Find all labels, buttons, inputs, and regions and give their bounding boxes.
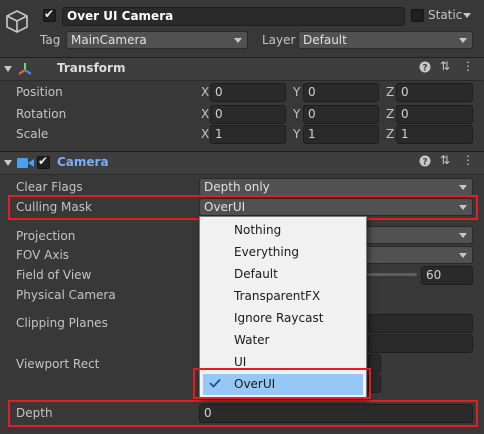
field-of-view-field[interactable]: 60: [421, 266, 473, 285]
camera-title: Camera: [57, 155, 109, 169]
rotation-label: Rotation: [16, 107, 67, 121]
fov-axis-label: FOV Axis: [16, 248, 70, 262]
projection-label: Projection: [16, 229, 76, 243]
kebab-menu-icon[interactable]: ⋮: [462, 59, 474, 73]
position-label: Position: [16, 85, 63, 99]
kebab-menu-icon[interactable]: ⋮: [462, 153, 474, 167]
svg-text:?: ?: [422, 158, 427, 168]
rotation-z-field[interactable]: 0: [396, 105, 473, 124]
layer-value: Default: [303, 33, 347, 47]
popup-item-nothing[interactable]: Nothing: [200, 219, 366, 241]
foldout-arrow-icon[interactable]: [4, 160, 12, 166]
cube-icon: [4, 8, 30, 34]
scale-x-axis[interactable]: X: [201, 127, 209, 141]
clipping-far-field[interactable]: [368, 334, 473, 353]
position-x-axis[interactable]: X: [201, 85, 209, 99]
popup-item-ignore-raycast[interactable]: Ignore Raycast: [200, 307, 366, 329]
field-of-view-label: Field of View: [16, 268, 92, 282]
position-z-axis[interactable]: Z: [386, 85, 394, 99]
position-y-axis[interactable]: Y: [293, 85, 300, 99]
camera-header[interactable]: ✔ Camera ? ⇅ ⋮: [0, 151, 484, 175]
dropdown-caret-icon: [459, 233, 467, 238]
scale-label: Scale: [16, 127, 49, 141]
dropdown-caret-icon: [459, 253, 467, 258]
clear-flags-dropdown[interactable]: Depth only: [199, 178, 473, 196]
scale-z-axis[interactable]: Z: [386, 127, 394, 141]
gameobject-active-checkbox[interactable]: ✔: [43, 7, 56, 22]
transform-axes-icon: [17, 61, 33, 80]
popup-item-default[interactable]: Default: [200, 263, 366, 285]
static-dropdown-caret-icon[interactable]: [463, 13, 471, 18]
rotation-y-field[interactable]: 0: [303, 105, 379, 124]
dropdown-caret-icon: [459, 185, 467, 190]
tag-label: Tag: [40, 33, 61, 47]
foldout-arrow-icon[interactable]: [4, 66, 12, 72]
dropdown-caret-icon: [234, 38, 242, 43]
scale-y-field[interactable]: 1: [303, 125, 379, 144]
viewport-rect-label: Viewport Rect: [16, 357, 100, 371]
popup-item-transparentfx[interactable]: TransparentFX: [200, 285, 366, 307]
transform-header[interactable]: Transform ? ⇅ ⋮: [0, 57, 484, 81]
rotation-x-axis[interactable]: X: [201, 107, 209, 121]
rotation-y-axis[interactable]: Y: [293, 107, 300, 121]
clear-flags-value: Depth only: [204, 180, 270, 194]
overui-item-highlight: [193, 368, 371, 399]
tag-value: MainCamera: [71, 33, 147, 47]
help-icon[interactable]: ?: [419, 61, 431, 76]
transform-title: Transform: [57, 61, 126, 75]
svg-text:?: ?: [422, 64, 427, 74]
scale-z-field[interactable]: 1: [396, 125, 473, 144]
field-of-view-slider-track[interactable]: [360, 273, 417, 276]
static-checkbox[interactable]: [411, 9, 424, 22]
position-z-field[interactable]: 0: [396, 83, 473, 102]
clipping-near-field[interactable]: [368, 314, 473, 333]
rotation-x-field[interactable]: 0: [210, 105, 286, 124]
scale-x-field[interactable]: 1: [210, 125, 286, 144]
static-label[interactable]: Static: [428, 8, 462, 22]
position-y-field[interactable]: 0: [303, 83, 379, 102]
layer-dropdown[interactable]: Default: [298, 31, 473, 49]
scale-y-axis[interactable]: Y: [293, 127, 300, 141]
depth-highlight: [8, 400, 478, 427]
popup-item-everything[interactable]: Everything: [200, 241, 366, 263]
tag-dropdown[interactable]: MainCamera: [66, 31, 248, 49]
layer-label: Layer: [262, 33, 296, 47]
help-icon[interactable]: ?: [419, 155, 431, 170]
physical-camera-label: Physical Camera: [16, 288, 116, 302]
presets-icon[interactable]: ⇅: [440, 59, 450, 73]
presets-icon[interactable]: ⇅: [440, 153, 450, 167]
clipping-planes-label: Clipping Planes: [16, 316, 108, 330]
rotation-z-axis[interactable]: Z: [386, 107, 394, 121]
camera-icon: [17, 157, 34, 172]
dropdown-caret-icon: [459, 38, 467, 43]
checkmark-icon: ✔: [44, 7, 55, 21]
gameobject-name-field[interactable]: Over UI Camera: [62, 7, 405, 26]
position-x-field[interactable]: 0: [210, 83, 286, 102]
checkmark-icon: ✔: [38, 154, 49, 168]
camera-enabled-checkbox[interactable]: ✔: [37, 154, 50, 169]
popup-item-water[interactable]: Water: [200, 329, 366, 351]
clear-flags-label: Clear Flags: [16, 180, 83, 194]
